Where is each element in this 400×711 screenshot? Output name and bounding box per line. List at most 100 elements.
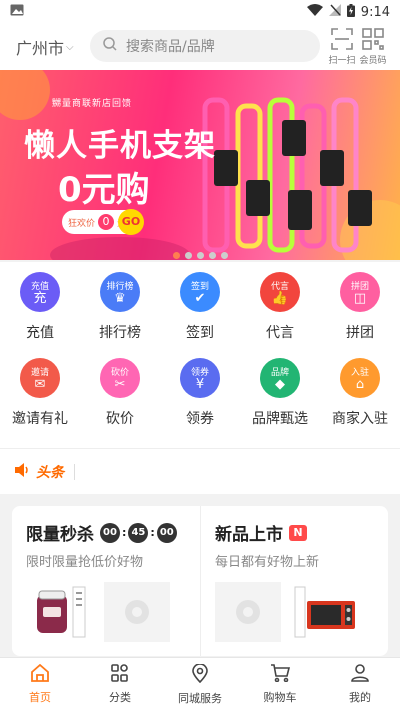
product-placeholder[interactable] (215, 582, 281, 642)
menu-item-coupon[interactable]: 领券 ¥ 领券 (160, 358, 240, 444)
flash-sale-title: 限量秒杀 (26, 525, 94, 545)
checkin-icon: 签到 ✔ (180, 272, 220, 312)
group-buy-icon: 拼团 ◫ (340, 272, 380, 312)
tab-label: 分类 (109, 691, 131, 704)
menu-item-bargain[interactable]: 砍价 ✂ 砍价 (80, 358, 160, 444)
menu-label: 代言 (266, 325, 294, 341)
menu-item-recharge[interactable]: 充值 充 充值 (0, 272, 80, 358)
tab-home[interactable]: 首页 (0, 658, 80, 711)
timer-colon: : (122, 526, 127, 539)
wifi-icon (306, 4, 323, 20)
coupon-icon: 领券 ¥ (180, 358, 220, 398)
home-icon (30, 663, 50, 685)
menu-row: 邀请 ✉ 邀请有礼 砍价 ✂ 砍价 领券 ¥ 领券 品牌 ◆ 品牌甄选 入驻 ⌂… (0, 358, 400, 444)
menu-label: 砍价 (106, 411, 134, 427)
countdown-seconds: 00 (156, 522, 177, 543)
countdown-hours: 00 (100, 522, 120, 543)
menu-item-group-buy[interactable]: 拼团 ◫ 拼团 (320, 272, 400, 358)
menu-item-ranking[interactable]: 排行榜 ♛ 排行榜 (80, 272, 160, 358)
speaker-icon (14, 462, 30, 481)
tab-label: 我的 (349, 691, 371, 704)
city-selector[interactable]: 广州市 ⌵ (0, 35, 82, 59)
menu-label: 商家入驻 (332, 411, 388, 427)
clock-time: 9:14 (360, 4, 390, 20)
product-placeholder[interactable] (104, 582, 170, 642)
tab-category[interactable]: 分类 (80, 658, 160, 711)
member-code-label: 会员码 (359, 56, 387, 66)
tab-label: 购物车 (263, 691, 297, 704)
promo-banner[interactable]: 嬲量商联新店回馈 懒人手机支架 0元购 狂欢价 0 元 GO (0, 70, 400, 260)
new-arrivals-subtitle: 每日都有好物上新 (215, 555, 320, 570)
headline-ticker[interactable]: 头条 (0, 448, 400, 494)
countdown-minutes: 45 (128, 522, 149, 543)
scan-icon (331, 28, 353, 53)
timer-colon: : (150, 526, 155, 539)
tab-local-service[interactable]: 同城服务 (160, 658, 240, 711)
search-icon (102, 36, 118, 56)
search-placeholder: 搜索商品/品牌 (126, 39, 215, 55)
price-prefix: 狂欢价 (68, 218, 96, 229)
menu-item-checkin[interactable]: 签到 ✔ 签到 (160, 272, 240, 358)
photo-notification-icon (10, 4, 24, 20)
flash-sale-subtitle: 限时限量抢低价好物 (26, 555, 144, 570)
banner-price-pill: 狂欢价 0 元 GO (62, 209, 144, 235)
pagination-dot[interactable] (184, 252, 192, 259)
product-thumbnail[interactable] (293, 582, 359, 642)
endorse-icon: 代言 👍 (260, 272, 300, 312)
electric-oven-image (294, 586, 355, 638)
status-bar: 9:14 (0, 0, 400, 24)
tab-cart[interactable]: 购物车 (240, 658, 320, 711)
member-code-button[interactable]: 会员码 (356, 28, 390, 66)
bargain-icon: 砍价 ✂ (100, 358, 140, 398)
menu-label: 排行榜 (99, 325, 141, 341)
pagination-dot[interactable] (208, 252, 216, 259)
pagination-dot[interactable] (196, 252, 204, 259)
headline-title: 头条 (36, 464, 64, 481)
banner-pagination (0, 252, 400, 259)
location-icon (192, 662, 208, 686)
countdown-timer: 00 : 45 : 00 (100, 522, 177, 543)
new-arrivals-card[interactable]: 新品上市 N 每日都有好物上新 (200, 506, 388, 656)
price-zero: 0 (98, 214, 115, 230)
tab-mine[interactable]: 我的 (320, 658, 400, 711)
menu-label: 邀请有礼 (12, 411, 68, 427)
signal-icon (328, 4, 341, 20)
pagination-dot[interactable] (172, 252, 180, 259)
tab-label: 同城服务 (178, 691, 222, 705)
new-badge: N (289, 524, 307, 541)
go-button[interactable]: GO (118, 209, 144, 235)
category-grid: 充值 充 充值 排行榜 ♛ 排行榜 签到 ✔ 签到 代言 👍 代言 拼团 ◫ 拼… (0, 262, 400, 448)
pagination-dot[interactable] (220, 252, 228, 259)
promo-cards: 限量秒杀 00 : 45 : 00 限时限量抢低价好物 新品上市 N 每日都有好… (12, 506, 388, 656)
menu-item-merchant-join[interactable]: 入驻 ⌂ 商家入驻 (320, 358, 400, 444)
chevron-down-icon: ⌵ (66, 41, 74, 53)
flash-sale-card[interactable]: 限量秒杀 00 : 45 : 00 限时限量抢低价好物 (12, 506, 200, 656)
menu-label: 拼团 (346, 325, 374, 341)
flash-sale-products (26, 582, 170, 642)
scan-button[interactable]: 扫一扫 (325, 28, 359, 66)
category-icon (111, 664, 129, 685)
menu-item-brand[interactable]: 品牌 ◆ 品牌甄选 (240, 358, 320, 444)
menu-item-endorse[interactable]: 代言 👍 代言 (240, 272, 320, 358)
battery-icon (346, 3, 355, 21)
menu-label: 领券 (186, 411, 214, 427)
menu-label: 充值 (26, 325, 54, 341)
new-arrivals-title: 新品上市 (215, 525, 283, 545)
city-label: 广州市 (16, 39, 65, 58)
rice-cooker-image (37, 586, 86, 638)
menu-label: 签到 (186, 325, 214, 341)
scan-label: 扫一扫 (328, 56, 356, 66)
top-header: 广州市 ⌵ 搜索商品/品牌 扫一扫 会员码 (0, 24, 400, 70)
image-placeholder-icon (236, 600, 260, 624)
banner-title-line2: 0元购 (58, 170, 150, 210)
menu-item-invite[interactable]: 邀请 ✉ 邀请有礼 (0, 358, 80, 444)
ranking-icon: 排行榜 ♛ (100, 272, 140, 312)
bottom-tab-bar: 首页 分类 同城服务 购物车 我的 (0, 657, 400, 711)
tab-label: 首页 (29, 691, 51, 704)
new-arrivals-header: 新品上市 N (215, 520, 388, 545)
menu-label: 品牌甄选 (252, 411, 308, 427)
search-input[interactable]: 搜索商品/品牌 (90, 30, 320, 62)
product-thumbnail[interactable] (26, 582, 92, 642)
recharge-icon: 充值 充 (20, 272, 60, 312)
invite-icon: 邀请 ✉ (20, 358, 60, 398)
